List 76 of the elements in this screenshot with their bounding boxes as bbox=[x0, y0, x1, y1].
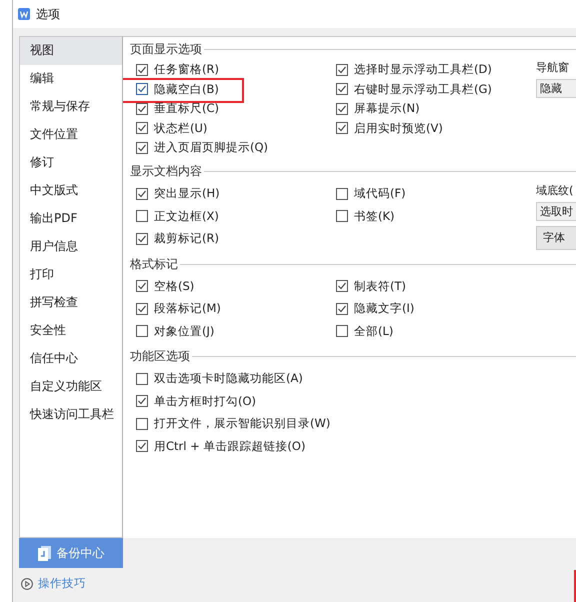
option-label: 垂直标尺(C) bbox=[154, 101, 220, 116]
option-label: 右键时显示浮动工具栏(G) bbox=[354, 82, 492, 97]
checkbox[interactable] bbox=[136, 142, 148, 154]
checkbox[interactable] bbox=[136, 210, 148, 222]
section-title: 功能区选项 bbox=[130, 348, 190, 365]
checkbox[interactable] bbox=[136, 395, 148, 408]
dropdown[interactable]: 选取时 bbox=[536, 202, 576, 220]
checkbox[interactable] bbox=[136, 83, 148, 96]
sidebar-item[interactable]: 自定义功能区 bbox=[20, 373, 122, 401]
checkbox[interactable] bbox=[336, 280, 348, 292]
checkbox[interactable] bbox=[336, 83, 348, 96]
checkbox[interactable] bbox=[336, 188, 348, 200]
window-title: 选项 bbox=[36, 6, 60, 22]
document-icon bbox=[38, 546, 50, 560]
checkbox[interactable] bbox=[136, 280, 148, 292]
checkbox[interactable] bbox=[136, 232, 148, 245]
option-label: 突出显示(H) bbox=[154, 186, 220, 202]
checkbox[interactable] bbox=[136, 64, 148, 76]
option-label: 段落标记(M) bbox=[154, 301, 221, 316]
sidebar-item[interactable]: 快速访问工具栏 bbox=[20, 401, 122, 429]
checkbox[interactable] bbox=[336, 325, 348, 338]
checkbox[interactable] bbox=[136, 325, 148, 338]
option-label: 书签(K) bbox=[354, 208, 395, 224]
option-label: 隐藏空白(B) bbox=[154, 82, 219, 97]
tips-link[interactable]: 操作技巧 bbox=[38, 576, 86, 591]
sidebar-item[interactable]: 修订 bbox=[20, 149, 122, 177]
section-title: 格式标记 bbox=[130, 256, 178, 272]
sidebar-item[interactable]: 输出PDF bbox=[20, 205, 122, 233]
sidebar-item[interactable]: 文件位置 bbox=[20, 121, 122, 149]
field-label: 导航窗 bbox=[536, 60, 569, 75]
option-label: 用Ctrl + 单击跟踪超链接(O) bbox=[154, 438, 306, 454]
checkbox[interactable] bbox=[336, 64, 348, 76]
font-button[interactable]: 字体 bbox=[536, 226, 576, 250]
option-label: 打开文件，展示智能识别目录(W) bbox=[154, 416, 330, 432]
dropdown[interactable]: 隐藏 bbox=[536, 79, 576, 98]
sidebar-item[interactable]: 编辑 bbox=[20, 65, 122, 93]
checkbox[interactable] bbox=[136, 302, 148, 315]
option-label: 进入页眉页脚提示(Q) bbox=[154, 140, 268, 156]
checkbox[interactable] bbox=[136, 372, 148, 385]
option-label: 启用实时预览(V) bbox=[354, 120, 443, 136]
checkbox[interactable] bbox=[136, 440, 148, 452]
checkbox[interactable] bbox=[336, 210, 348, 222]
checkbox[interactable] bbox=[136, 418, 148, 430]
field-label: 域底纹( bbox=[536, 182, 574, 198]
option-label: 双击选项卡时隐藏功能区(A) bbox=[154, 371, 303, 386]
checkbox[interactable] bbox=[336, 102, 348, 115]
option-label: 隐藏文字(I) bbox=[354, 301, 414, 316]
sidebar-item[interactable]: 拼写检查 bbox=[20, 289, 122, 317]
option-label: 制表符(T) bbox=[354, 278, 406, 294]
sidebar-item[interactable]: 常规与保存 bbox=[20, 93, 122, 121]
option-label: 空格(S) bbox=[154, 278, 194, 294]
checkbox[interactable] bbox=[136, 188, 148, 200]
option-label: 屏幕提示(N) bbox=[354, 101, 420, 116]
sidebar-item[interactable]: 打印 bbox=[20, 261, 122, 289]
checkbox[interactable] bbox=[136, 122, 148, 134]
option-label: 任务窗格(R) bbox=[154, 62, 219, 78]
option-label: 对象位置(J) bbox=[154, 324, 214, 339]
option-label: 域代码(F) bbox=[354, 186, 406, 202]
option-label: 裁剪标记(R) bbox=[154, 231, 219, 246]
option-label: 全部(L) bbox=[354, 324, 394, 339]
sidebar-item[interactable]: 安全性 bbox=[20, 317, 122, 345]
sidebar-item[interactable]: 中文版式 bbox=[20, 177, 122, 205]
section-title: 页面显示选项 bbox=[130, 40, 202, 58]
option-label: 状态栏(U) bbox=[154, 120, 208, 136]
section-title: 显示文档内容 bbox=[130, 163, 202, 180]
sidebar-item[interactable]: 信任中心 bbox=[20, 345, 122, 373]
option-label: 正文边框(X) bbox=[154, 208, 219, 224]
checkbox[interactable] bbox=[336, 122, 348, 134]
app-logo-icon bbox=[18, 8, 30, 20]
option-label: 单击方框时打勾(O) bbox=[154, 394, 256, 409]
checkbox[interactable] bbox=[336, 302, 348, 315]
play-icon[interactable] bbox=[21, 578, 33, 590]
sidebar-item[interactable]: 视图 bbox=[20, 37, 122, 65]
sidebar-item[interactable]: 用户信息 bbox=[20, 233, 122, 261]
checkbox[interactable] bbox=[136, 102, 148, 115]
option-label: 选择时显示浮动工具栏(D) bbox=[354, 62, 492, 78]
